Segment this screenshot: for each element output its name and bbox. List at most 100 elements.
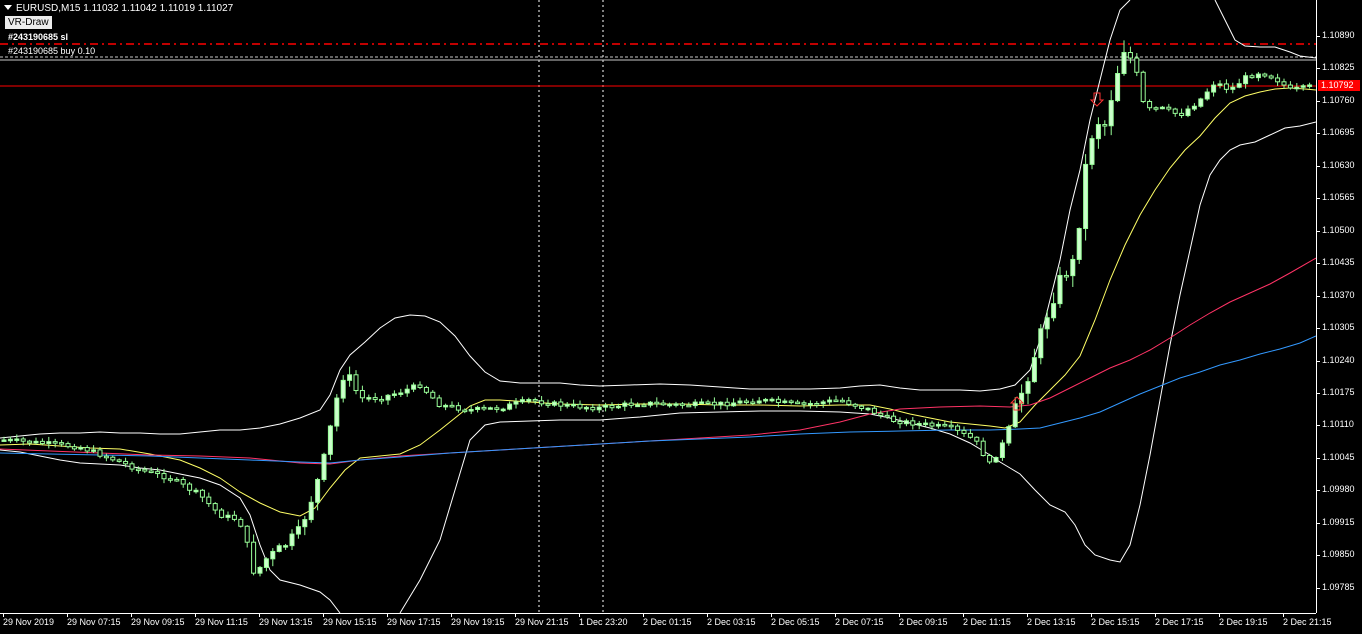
candle-body	[839, 399, 845, 403]
candle-body	[897, 420, 903, 425]
candle-body	[571, 403, 577, 407]
candle-body	[833, 399, 839, 403]
price-label: 1.09915	[1322, 516, 1355, 527]
price-label: 1.09850	[1322, 549, 1355, 560]
candle-body	[398, 392, 404, 395]
time-label: 29 Nov 17:15	[387, 617, 441, 627]
candle-body	[347, 374, 353, 381]
price-label: 1.10565	[1322, 192, 1355, 203]
candle-body	[942, 423, 948, 427]
candle-body	[1185, 108, 1191, 117]
price-tick	[1317, 295, 1320, 297]
candle-body	[308, 501, 314, 521]
time-axis[interactable]: 29 Nov 2019 29 Nov 07:15 29 Nov 09:15 29 No…	[0, 613, 1332, 634]
price-label: 1.10045	[1322, 451, 1355, 462]
candle-body	[711, 401, 717, 406]
candle-body	[1307, 84, 1313, 87]
candle-body	[596, 406, 602, 411]
candle-body	[1140, 71, 1146, 103]
candle-body	[993, 456, 999, 463]
price-axis[interactable]: 1.10890 1.10825 1.10760 1.10695 1.10630 1.105…	[1316, 0, 1362, 613]
candle-body	[353, 374, 359, 392]
collapse-triangle-icon[interactable]	[4, 5, 12, 10]
candle-body	[1044, 317, 1050, 330]
candle-body	[167, 478, 173, 481]
price-tick	[1317, 587, 1320, 589]
candle-body	[1, 439, 7, 442]
candle-body	[180, 478, 186, 485]
price-tick	[1317, 68, 1320, 70]
candle-body	[577, 403, 583, 409]
stop-loss-label[interactable]: #243190685 sl	[8, 32, 68, 42]
candle-body	[641, 404, 647, 408]
candle-body	[1063, 274, 1069, 278]
candle-body	[449, 404, 455, 408]
candle-body	[142, 468, 148, 472]
candle-body	[667, 403, 673, 407]
candle-body	[91, 449, 97, 452]
bollinger-upper	[0, 0, 1131, 439]
candle-body	[1255, 73, 1261, 79]
chart-area[interactable]: EURUSD,M15 1.11032 1.11042 1.11019 1.110…	[0, 0, 1316, 613]
candle-body	[238, 518, 244, 527]
bollinger-lower	[0, 449, 341, 613]
candle-body	[1051, 303, 1057, 319]
candle-body	[903, 420, 909, 425]
candle-body	[1294, 86, 1300, 90]
price-tick	[1317, 198, 1320, 200]
candle-body	[507, 403, 513, 410]
candle-body	[1217, 83, 1223, 86]
time-label: 29 Nov 19:15	[451, 617, 505, 627]
indicator-label[interactable]: VR-Draw	[5, 16, 52, 29]
candle-body	[1095, 124, 1101, 140]
candle-body	[775, 398, 781, 403]
candle-body	[1179, 112, 1185, 117]
candle-body	[814, 403, 820, 406]
price-tick	[1317, 425, 1320, 427]
time-label: 2 Dec 19:15	[1219, 617, 1268, 627]
candle-body	[891, 415, 897, 422]
candle-body	[1121, 52, 1127, 75]
candle-body	[212, 503, 218, 511]
time-label: 29 Nov 15:15	[323, 617, 377, 627]
candle-body	[174, 478, 180, 482]
candle-body	[366, 397, 372, 400]
candle-body	[263, 558, 269, 568]
candle-body	[699, 401, 705, 404]
candle-body	[103, 455, 109, 459]
price-tick	[1317, 522, 1320, 524]
candle-body	[916, 422, 922, 426]
candle-body	[14, 438, 20, 441]
candle-body	[782, 400, 788, 404]
time-label: 2 Dec 09:15	[899, 617, 948, 627]
candle-body	[1070, 258, 1076, 277]
candle-body	[795, 401, 801, 405]
candle-body	[692, 401, 698, 407]
candle-body	[219, 509, 225, 518]
time-label: 2 Dec 15:15	[1091, 617, 1140, 627]
time-label: 2 Dec 03:15	[707, 617, 756, 627]
candle-body	[135, 468, 141, 472]
price-tick	[1317, 457, 1320, 459]
candle-body	[1211, 84, 1217, 93]
candle-body	[1127, 52, 1133, 59]
time-label: 29 Nov 21:15	[515, 617, 569, 627]
candle-body	[481, 406, 487, 410]
candle-body	[1275, 77, 1281, 83]
price-chart[interactable]	[0, 0, 1316, 613]
buy-order-label[interactable]: #243190685 buy 0.10	[8, 46, 95, 56]
candle-body	[564, 403, 570, 407]
candle-body	[116, 459, 122, 462]
candle-body	[315, 478, 321, 503]
candle-body	[622, 402, 628, 407]
candle-body	[487, 407, 493, 410]
candle-body	[948, 424, 954, 428]
candle-body	[1115, 73, 1121, 102]
candle-body	[193, 489, 199, 493]
candle-body	[679, 403, 685, 406]
candle-body	[724, 401, 730, 407]
time-label: 2 Dec 17:15	[1155, 617, 1204, 627]
candle-body	[1076, 227, 1082, 260]
sell-arrow-icon[interactable]	[1089, 92, 1105, 107]
candle-body	[961, 429, 967, 434]
